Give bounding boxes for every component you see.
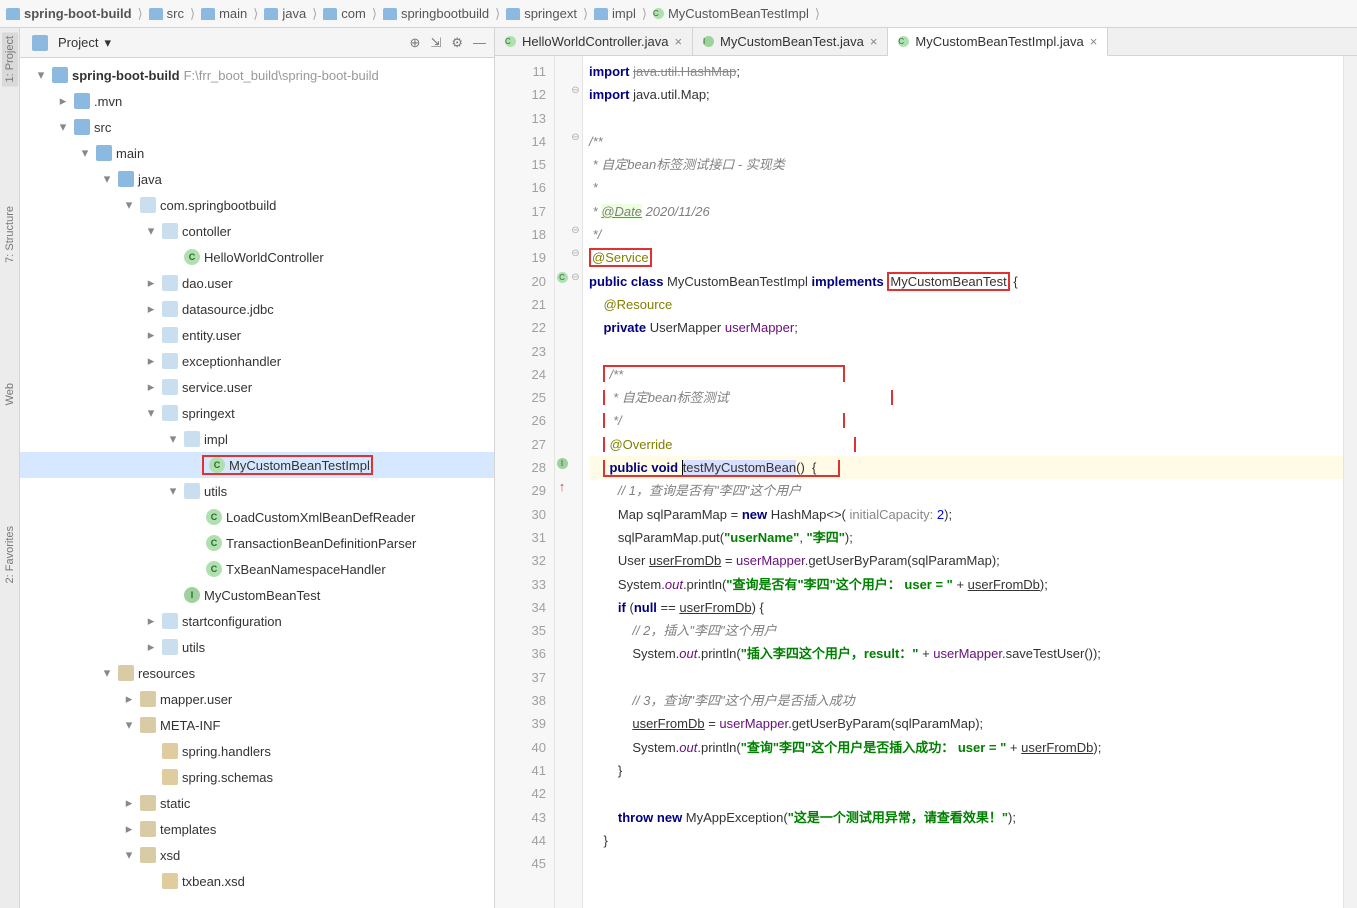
tree-node[interactable]: ▾springext bbox=[20, 400, 494, 426]
gear-icon[interactable]: ⚙ bbox=[451, 35, 463, 51]
tree-node[interactable]: ▸service.user bbox=[20, 374, 494, 400]
tree-node[interactable]: spring.handlers bbox=[20, 738, 494, 764]
tree-node[interactable]: CTxBeanNamespaceHandler bbox=[20, 556, 494, 582]
tree-node[interactable]: ▸entity.user bbox=[20, 322, 494, 348]
editor-tab[interactable]: IMyCustomBeanTest.java× bbox=[693, 28, 888, 55]
tree-node[interactable]: ▸static bbox=[20, 790, 494, 816]
tree-node[interactable]: ▸datasource.jdbc bbox=[20, 296, 494, 322]
tree-node[interactable]: ▾contoller bbox=[20, 218, 494, 244]
tree-node[interactable]: ▸templates bbox=[20, 816, 494, 842]
tree-node[interactable]: ▾java bbox=[20, 166, 494, 192]
tree-node[interactable]: CHelloWorldController bbox=[20, 244, 494, 270]
stripe-btn-favorites[interactable]: 2: Favorites bbox=[4, 526, 16, 583]
chevron-down-icon: ▾ bbox=[104, 35, 111, 51]
project-panel: Project ▾ ⊕ ⇲ ⚙ — ▾spring-boot-build F:\… bbox=[20, 28, 495, 908]
fold-gutter: ⊖⊖⊖⊖⊖ bbox=[569, 56, 583, 908]
tree-node[interactable]: ▾spring-boot-build F:\frr_boot_build\spr… bbox=[20, 62, 494, 88]
tree-node[interactable]: txbean.xsd bbox=[20, 868, 494, 894]
panel-title[interactable]: Project ▾ bbox=[28, 35, 410, 51]
code-editor[interactable]: import java.util.HashMap;import java.uti… bbox=[583, 56, 1343, 908]
project-icon bbox=[32, 35, 48, 51]
editor-area: CHelloWorldController.java×IMyCustomBean… bbox=[495, 28, 1357, 908]
tree-node[interactable]: CTransactionBeanDefinitionParser bbox=[20, 530, 494, 556]
stripe-btn-web[interactable]: Web bbox=[4, 383, 16, 405]
locate-icon[interactable]: ⊕ bbox=[410, 35, 421, 51]
close-icon[interactable]: × bbox=[870, 34, 878, 49]
line-number-gutter: 1112131415161718192021222324252627282930… bbox=[495, 56, 555, 908]
breadcrumb: spring-boot-build⟩src⟩main⟩java⟩com⟩spri… bbox=[0, 0, 1357, 28]
error-stripe[interactable] bbox=[1343, 56, 1357, 908]
collapse-icon[interactable]: ⇲ bbox=[430, 35, 441, 51]
gutter-icons: CI↑ bbox=[555, 56, 569, 908]
tree-node[interactable]: ▾main bbox=[20, 140, 494, 166]
tree-node[interactable]: CLoadCustomXmlBeanDefReader bbox=[20, 504, 494, 530]
editor-tab[interactable]: CMyCustomBeanTestImpl.java× bbox=[888, 28, 1108, 56]
editor-tabs: CHelloWorldController.java×IMyCustomBean… bbox=[495, 28, 1357, 56]
tree-node[interactable]: ▾com.springbootbuild bbox=[20, 192, 494, 218]
project-tree[interactable]: ▾spring-boot-build F:\frr_boot_build\spr… bbox=[20, 58, 494, 908]
tree-node[interactable]: ▾xsd bbox=[20, 842, 494, 868]
tree-node[interactable]: ▾impl bbox=[20, 426, 494, 452]
tree-node[interactable]: CMyCustomBeanTestImpl bbox=[20, 452, 494, 478]
tree-node[interactable]: ▾resources bbox=[20, 660, 494, 686]
stripe-btn-structure[interactable]: 7: Structure bbox=[4, 206, 16, 263]
tree-node[interactable]: ▸utils bbox=[20, 634, 494, 660]
tree-node[interactable]: spring.schemas bbox=[20, 764, 494, 790]
tree-node[interactable]: IMyCustomBeanTest bbox=[20, 582, 494, 608]
tree-node[interactable]: ▸exceptionhandler bbox=[20, 348, 494, 374]
tree-node[interactable]: ▸startconfiguration bbox=[20, 608, 494, 634]
tree-node[interactable]: ▾utils bbox=[20, 478, 494, 504]
tree-node[interactable]: ▾src bbox=[20, 114, 494, 140]
tree-node[interactable]: ▾META-INF bbox=[20, 712, 494, 738]
tree-node[interactable]: ▸.mvn bbox=[20, 88, 494, 114]
editor-tab[interactable]: CHelloWorldController.java× bbox=[495, 28, 693, 55]
close-icon[interactable]: × bbox=[1090, 34, 1098, 49]
hide-icon[interactable]: — bbox=[473, 35, 486, 51]
close-icon[interactable]: × bbox=[674, 34, 682, 49]
stripe-btn-project[interactable]: 1: Project bbox=[2, 32, 18, 86]
tool-window-stripe-left: 1: Project 7: Structure Web 2: Favorites bbox=[0, 28, 20, 908]
tree-node[interactable]: ▸mapper.user bbox=[20, 686, 494, 712]
tree-node[interactable]: ▸dao.user bbox=[20, 270, 494, 296]
